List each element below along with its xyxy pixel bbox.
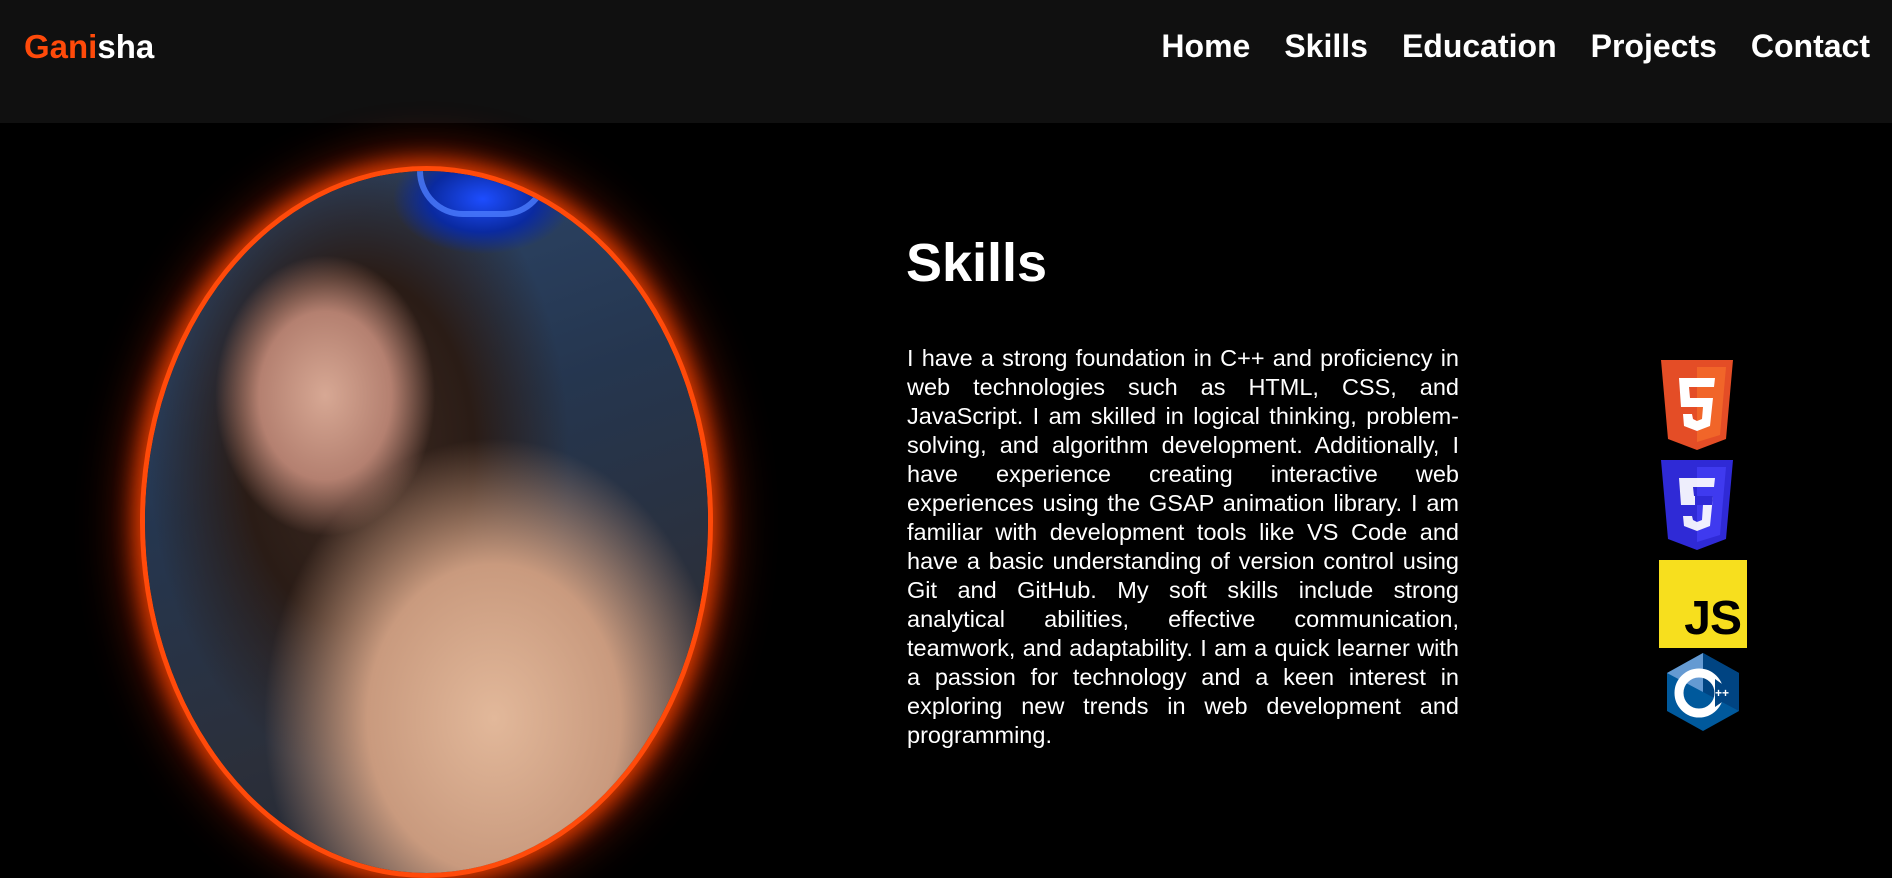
site-logo[interactable]: Ganisha (24, 28, 154, 66)
navbar: Ganisha Home Skills Education Projects C… (0, 0, 1892, 123)
javascript-icon-label: JS (1684, 592, 1742, 645)
skills-heading: Skills (906, 233, 1048, 293)
svg-text:++: ++ (1715, 686, 1729, 700)
photo-neon-light (416, 171, 549, 217)
nav-skills-link[interactable]: Skills (1284, 28, 1368, 65)
nav-projects-link[interactable]: Projects (1591, 28, 1717, 65)
cpp-icon: ++ (1667, 653, 1739, 731)
nav-education-link[interactable]: Education (1402, 28, 1557, 65)
skills-description: I have a strong foundation in C++ and pr… (907, 345, 1459, 748)
html5-icon (1661, 360, 1733, 450)
nav-links: Home Skills Education Projects Contact (1161, 28, 1870, 65)
logo-rest: sha (97, 28, 155, 65)
nav-contact-link[interactable]: Contact (1751, 28, 1870, 65)
nav-home-link[interactable]: Home (1161, 28, 1250, 65)
css3-icon (1661, 460, 1733, 550)
javascript-icon: JS (1659, 560, 1747, 648)
profile-photo (145, 171, 708, 873)
logo-accent: Gani (24, 28, 98, 65)
